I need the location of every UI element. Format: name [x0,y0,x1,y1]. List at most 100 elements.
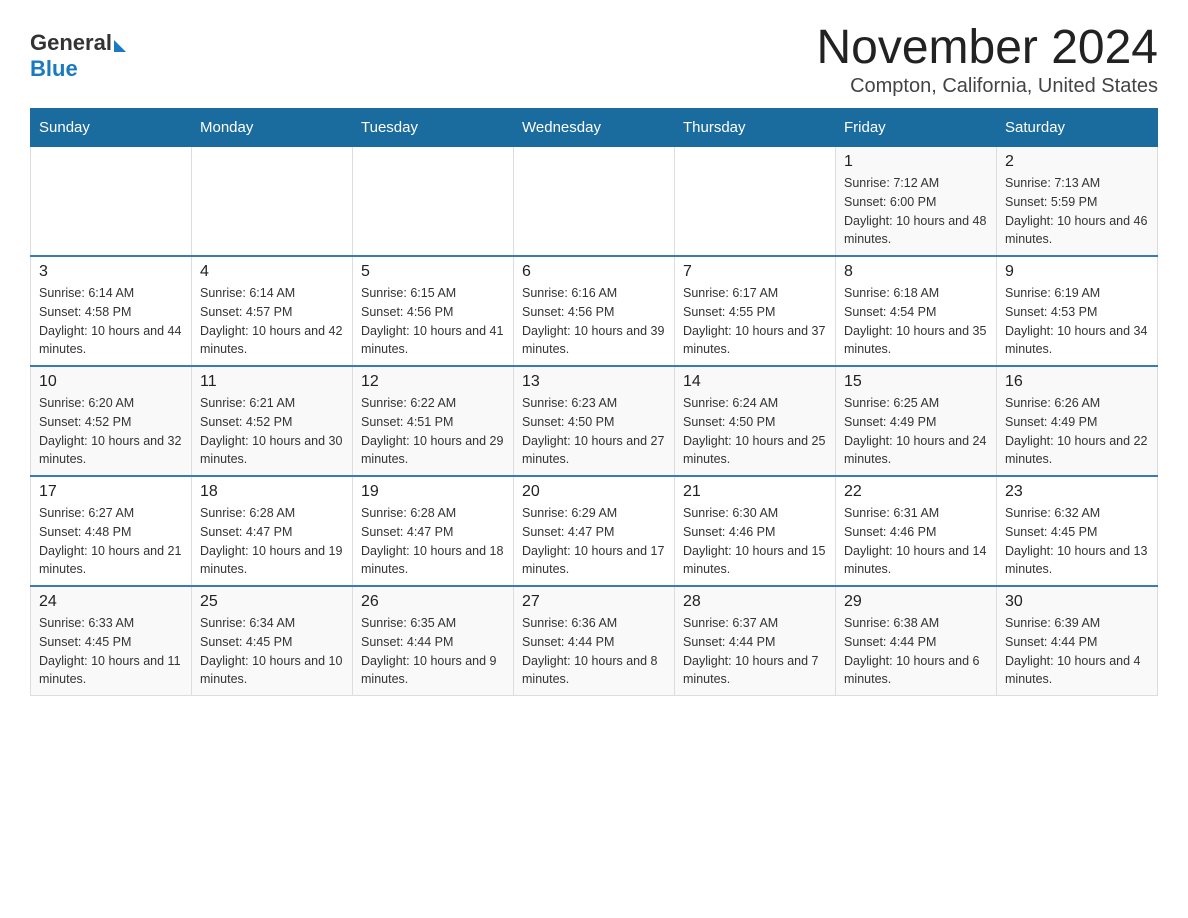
day-info: Sunrise: 6:31 AM Sunset: 4:46 PM Dayligh… [844,504,988,579]
calendar-day-cell: 5 Sunrise: 6:15 AM Sunset: 4:56 PM Daylig… [353,256,514,366]
day-number: 15 [844,373,988,391]
day-info: Sunrise: 6:32 AM Sunset: 4:45 PM Dayligh… [1005,504,1149,579]
calendar-day-cell: 14Sunrise: 6:24 AM Sunset: 4:50 PM Dayli… [675,366,836,476]
calendar-day-cell: 15 Sunrise: 6:25 AM Sunset: 4:49 PM Dayli… [836,366,997,476]
day-number: 10 [39,373,183,391]
calendar-title: November 2024 [816,20,1158,75]
calendar-location: Compton, California, United States [816,75,1158,98]
day-info: Sunrise: 6:29 AM Sunset: 4:47 PM Dayligh… [522,504,666,579]
day-info: Sunrise: 6:28 AM Sunset: 4:47 PM Dayligh… [200,504,344,579]
day-number: 9 [1005,263,1149,281]
calendar-day-cell: 11 Sunrise: 6:21 AM Sunset: 4:52 PM Dayli… [192,366,353,476]
day-info: Sunrise: 6:15 AM Sunset: 4:56 PM Dayligh… [361,284,505,359]
day-number: 4 [200,263,344,281]
day-number: 18 [200,483,344,501]
calendar-day-cell: 24 Sunrise: 6:33 AM Sunset: 4:45 PM Dayli… [31,586,192,696]
calendar-day-cell: 18 Sunrise: 6:28 AM Sunset: 4:47 PM Dayli… [192,476,353,586]
day-info: Sunrise: 6:20 AM Sunset: 4:52 PM Dayligh… [39,394,183,469]
calendar-day-cell: 13 Sunrise: 6:23 AM Sunset: 4:50 PM Dayli… [514,366,675,476]
day-number: 21 [683,483,827,501]
day-number: 22 [844,483,988,501]
weekday-header-wednesday: Wednesday [514,109,675,147]
calendar-day-cell: 1 Sunrise: 7:12 AM Sunset: 6:00 PM Daylig… [836,147,997,257]
day-info: Sunrise: 6:36 AM Sunset: 4:44 PM Dayligh… [522,614,666,689]
calendar-day-cell: 6Sunrise: 6:16 AM Sunset: 4:56 PM Daylig… [514,256,675,366]
day-info: Sunrise: 6:22 AM Sunset: 4:51 PM Dayligh… [361,394,505,469]
day-info: Sunrise: 6:33 AM Sunset: 4:45 PM Dayligh… [39,614,183,689]
day-number: 16 [1005,373,1149,391]
day-number: 2 [1005,153,1149,171]
weekday-header-sunday: Sunday [31,109,192,147]
logo-triangle-icon [114,40,126,52]
calendar-day-cell: 27 Sunrise: 6:36 AM Sunset: 4:44 PM Dayli… [514,586,675,696]
calendar-day-cell: 28 Sunrise: 6:37 AM Sunset: 4:44 PM Dayli… [675,586,836,696]
day-info: Sunrise: 6:26 AM Sunset: 4:49 PM Dayligh… [1005,394,1149,469]
day-info: Sunrise: 7:13 AM Sunset: 5:59 PM Dayligh… [1005,174,1149,249]
day-number: 27 [522,593,666,611]
calendar-day-cell: 2 Sunrise: 7:13 AM Sunset: 5:59 PM Daylig… [997,147,1158,257]
day-info: Sunrise: 6:24 AM Sunset: 4:50 PM Dayligh… [683,394,827,469]
day-info: Sunrise: 6:34 AM Sunset: 4:45 PM Dayligh… [200,614,344,689]
day-number: 24 [39,593,183,611]
day-number: 11 [200,373,344,391]
calendar-week-row: 3 Sunrise: 6:14 AM Sunset: 4:58 PM Daylig… [31,256,1158,366]
calendar-day-cell: 30 Sunrise: 6:39 AM Sunset: 4:44 PM Dayli… [997,586,1158,696]
calendar-day-cell: 25 Sunrise: 6:34 AM Sunset: 4:45 PM Dayli… [192,586,353,696]
day-number: 29 [844,593,988,611]
calendar-table: SundayMondayTuesdayWednesdayThursdayFrid… [30,108,1158,696]
calendar-day-cell: 21 Sunrise: 6:30 AM Sunset: 4:46 PM Dayli… [675,476,836,586]
day-info: Sunrise: 6:21 AM Sunset: 4:52 PM Dayligh… [200,394,344,469]
weekday-header-friday: Friday [836,109,997,147]
calendar-week-row: 24 Sunrise: 6:33 AM Sunset: 4:45 PM Dayli… [31,586,1158,696]
day-number: 20 [522,483,666,501]
calendar-day-cell: 22 Sunrise: 6:31 AM Sunset: 4:46 PM Dayli… [836,476,997,586]
calendar-week-row: 17Sunrise: 6:27 AM Sunset: 4:48 PM Dayli… [31,476,1158,586]
day-number: 6 [522,263,666,281]
day-info: Sunrise: 6:25 AM Sunset: 4:49 PM Dayligh… [844,394,988,469]
day-info: Sunrise: 6:30 AM Sunset: 4:46 PM Dayligh… [683,504,827,579]
calendar-empty-cell [675,147,836,257]
day-info: Sunrise: 6:23 AM Sunset: 4:50 PM Dayligh… [522,394,666,469]
day-number: 13 [522,373,666,391]
calendar-day-cell: 7 Sunrise: 6:17 AM Sunset: 4:55 PM Daylig… [675,256,836,366]
day-info: Sunrise: 6:37 AM Sunset: 4:44 PM Dayligh… [683,614,827,689]
day-info: Sunrise: 6:14 AM Sunset: 4:58 PM Dayligh… [39,284,183,359]
day-number: 19 [361,483,505,501]
day-info: Sunrise: 6:28 AM Sunset: 4:47 PM Dayligh… [361,504,505,579]
logo-blue: Blue [30,56,78,81]
day-number: 23 [1005,483,1149,501]
calendar-day-cell: 10 Sunrise: 6:20 AM Sunset: 4:52 PM Dayli… [31,366,192,476]
day-info: Sunrise: 6:18 AM Sunset: 4:54 PM Dayligh… [844,284,988,359]
day-number: 8 [844,263,988,281]
calendar-week-row: 10 Sunrise: 6:20 AM Sunset: 4:52 PM Dayli… [31,366,1158,476]
weekday-header-monday: Monday [192,109,353,147]
weekday-header-tuesday: Tuesday [353,109,514,147]
day-info: Sunrise: 6:39 AM Sunset: 4:44 PM Dayligh… [1005,614,1149,689]
day-number: 28 [683,593,827,611]
title-area: November 2024 Compton, California, Unite… [816,20,1158,98]
day-number: 17 [39,483,183,501]
day-info: Sunrise: 6:38 AM Sunset: 4:44 PM Dayligh… [844,614,988,689]
calendar-day-cell: 3 Sunrise: 6:14 AM Sunset: 4:58 PM Daylig… [31,256,192,366]
calendar-day-cell: 12 Sunrise: 6:22 AM Sunset: 4:51 PM Dayli… [353,366,514,476]
calendar-day-cell: 4Sunrise: 6:14 AM Sunset: 4:57 PM Daylig… [192,256,353,366]
weekday-header-thursday: Thursday [675,109,836,147]
calendar-day-cell: 19 Sunrise: 6:28 AM Sunset: 4:47 PM Dayli… [353,476,514,586]
day-info: Sunrise: 6:17 AM Sunset: 4:55 PM Dayligh… [683,284,827,359]
day-number: 25 [200,593,344,611]
logo-general: General [30,30,112,55]
weekday-header-saturday: Saturday [997,109,1158,147]
day-number: 12 [361,373,505,391]
day-number: 7 [683,263,827,281]
calendar-day-cell: 29 Sunrise: 6:38 AM Sunset: 4:44 PM Dayli… [836,586,997,696]
day-info: Sunrise: 7:12 AM Sunset: 6:00 PM Dayligh… [844,174,988,249]
calendar-day-cell: 23 Sunrise: 6:32 AM Sunset: 4:45 PM Dayli… [997,476,1158,586]
calendar-day-cell: 20 Sunrise: 6:29 AM Sunset: 4:47 PM Dayli… [514,476,675,586]
day-number: 1 [844,153,988,171]
day-number: 5 [361,263,505,281]
day-number: 30 [1005,593,1149,611]
day-number: 26 [361,593,505,611]
page-header: General Blue November 2024 Compton, Cali… [30,20,1158,98]
calendar-header-row: SundayMondayTuesdayWednesdayThursdayFrid… [31,109,1158,147]
day-number: 3 [39,263,183,281]
